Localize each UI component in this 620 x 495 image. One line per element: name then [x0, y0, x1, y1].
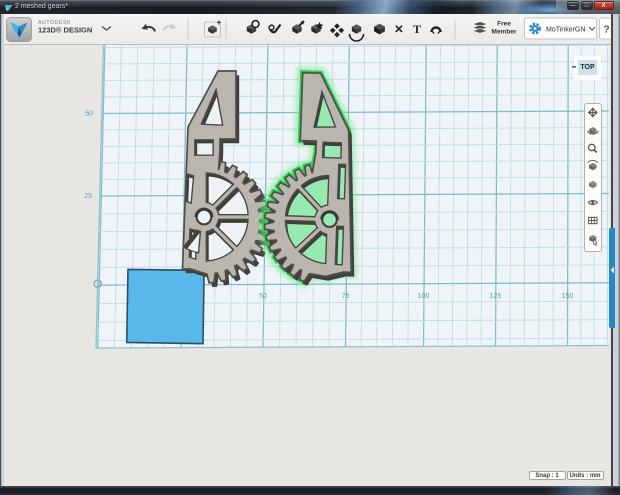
svg-text:150: 150	[562, 293, 574, 300]
svg-text:50: 50	[259, 293, 267, 300]
svg-text:125: 125	[490, 293, 502, 300]
svg-text:100: 100	[418, 293, 430, 300]
svg-text:25: 25	[84, 193, 92, 200]
svg-text:?: ?	[603, 25, 609, 36]
svg-text:T: T	[413, 22, 421, 36]
svg-text:✕: ✕	[394, 24, 404, 36]
svg-text:Free: Free	[497, 21, 511, 28]
svg-text:75: 75	[342, 293, 350, 300]
svg-text:Member: Member	[492, 29, 517, 36]
svg-text:..: ..	[583, 25, 587, 32]
svg-text:MoTinkerGN: MoTinkerGN	[546, 27, 585, 34]
svg-text:50: 50	[85, 111, 93, 118]
svg-text:123D® DESIGN: 123D® DESIGN	[38, 26, 92, 35]
